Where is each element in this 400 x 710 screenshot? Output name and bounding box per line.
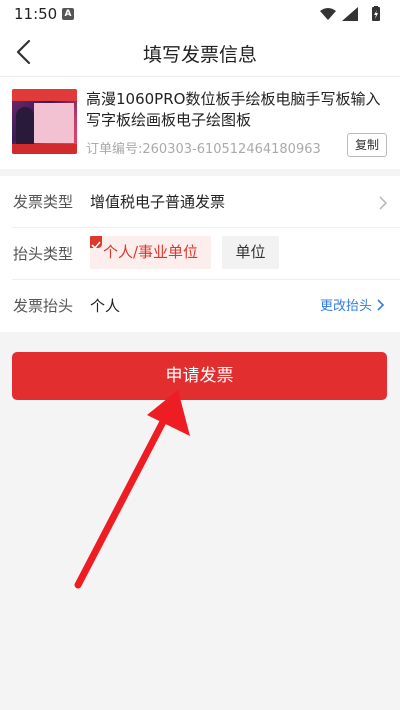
status-time: 11:50 bbox=[14, 5, 58, 23]
check-icon bbox=[90, 236, 102, 250]
invoice-header-label: 发票抬头 bbox=[13, 297, 74, 315]
change-header-link[interactable]: 更改抬头 bbox=[320, 295, 386, 314]
status-bar: 11:50 A bbox=[0, 0, 400, 28]
page-title: 填写发票信息 bbox=[142, 44, 257, 66]
chevron-right-icon bbox=[378, 195, 388, 210]
header-type-option-personal[interactable]: 个人/事业单位 bbox=[90, 236, 211, 269]
change-header-label: 更改抬头 bbox=[320, 299, 373, 314]
battery-icon bbox=[372, 6, 380, 21]
status-icons bbox=[318, 6, 388, 22]
nav-bar: 填写发票信息 bbox=[0, 28, 400, 76]
notification-app-icon: A bbox=[62, 8, 74, 20]
order-number: 订单编号:260303-610512464180963 bbox=[86, 142, 321, 157]
product-card: 高漫1060PRO数位板手绘板电脑手写板输入写字板绘画板电子绘图板 订单编号:2… bbox=[0, 76, 400, 169]
invoice-type-label: 发票类型 bbox=[13, 193, 74, 211]
product-thumbnail bbox=[12, 89, 77, 154]
invoice-type-row[interactable]: 发票类型 增值税电子普通发票 bbox=[0, 176, 400, 228]
product-name: 高漫1060PRO数位板手绘板电脑手写板输入写字板绘画板电子绘图板 bbox=[86, 90, 381, 129]
invoice-type-value: 增值税电子普通发票 bbox=[90, 193, 226, 211]
wifi-icon bbox=[320, 8, 336, 20]
invoice-header-value: 个人 bbox=[90, 297, 121, 315]
chevron-right-icon bbox=[377, 299, 385, 311]
apply-invoice-button[interactable]: 申请发票 bbox=[12, 352, 387, 400]
copy-button[interactable]: 复制 bbox=[347, 133, 387, 157]
header-type-option-company[interactable]: 单位 bbox=[222, 236, 279, 269]
signal-icon bbox=[342, 7, 358, 21]
header-type-label: 抬头类型 bbox=[13, 245, 74, 263]
